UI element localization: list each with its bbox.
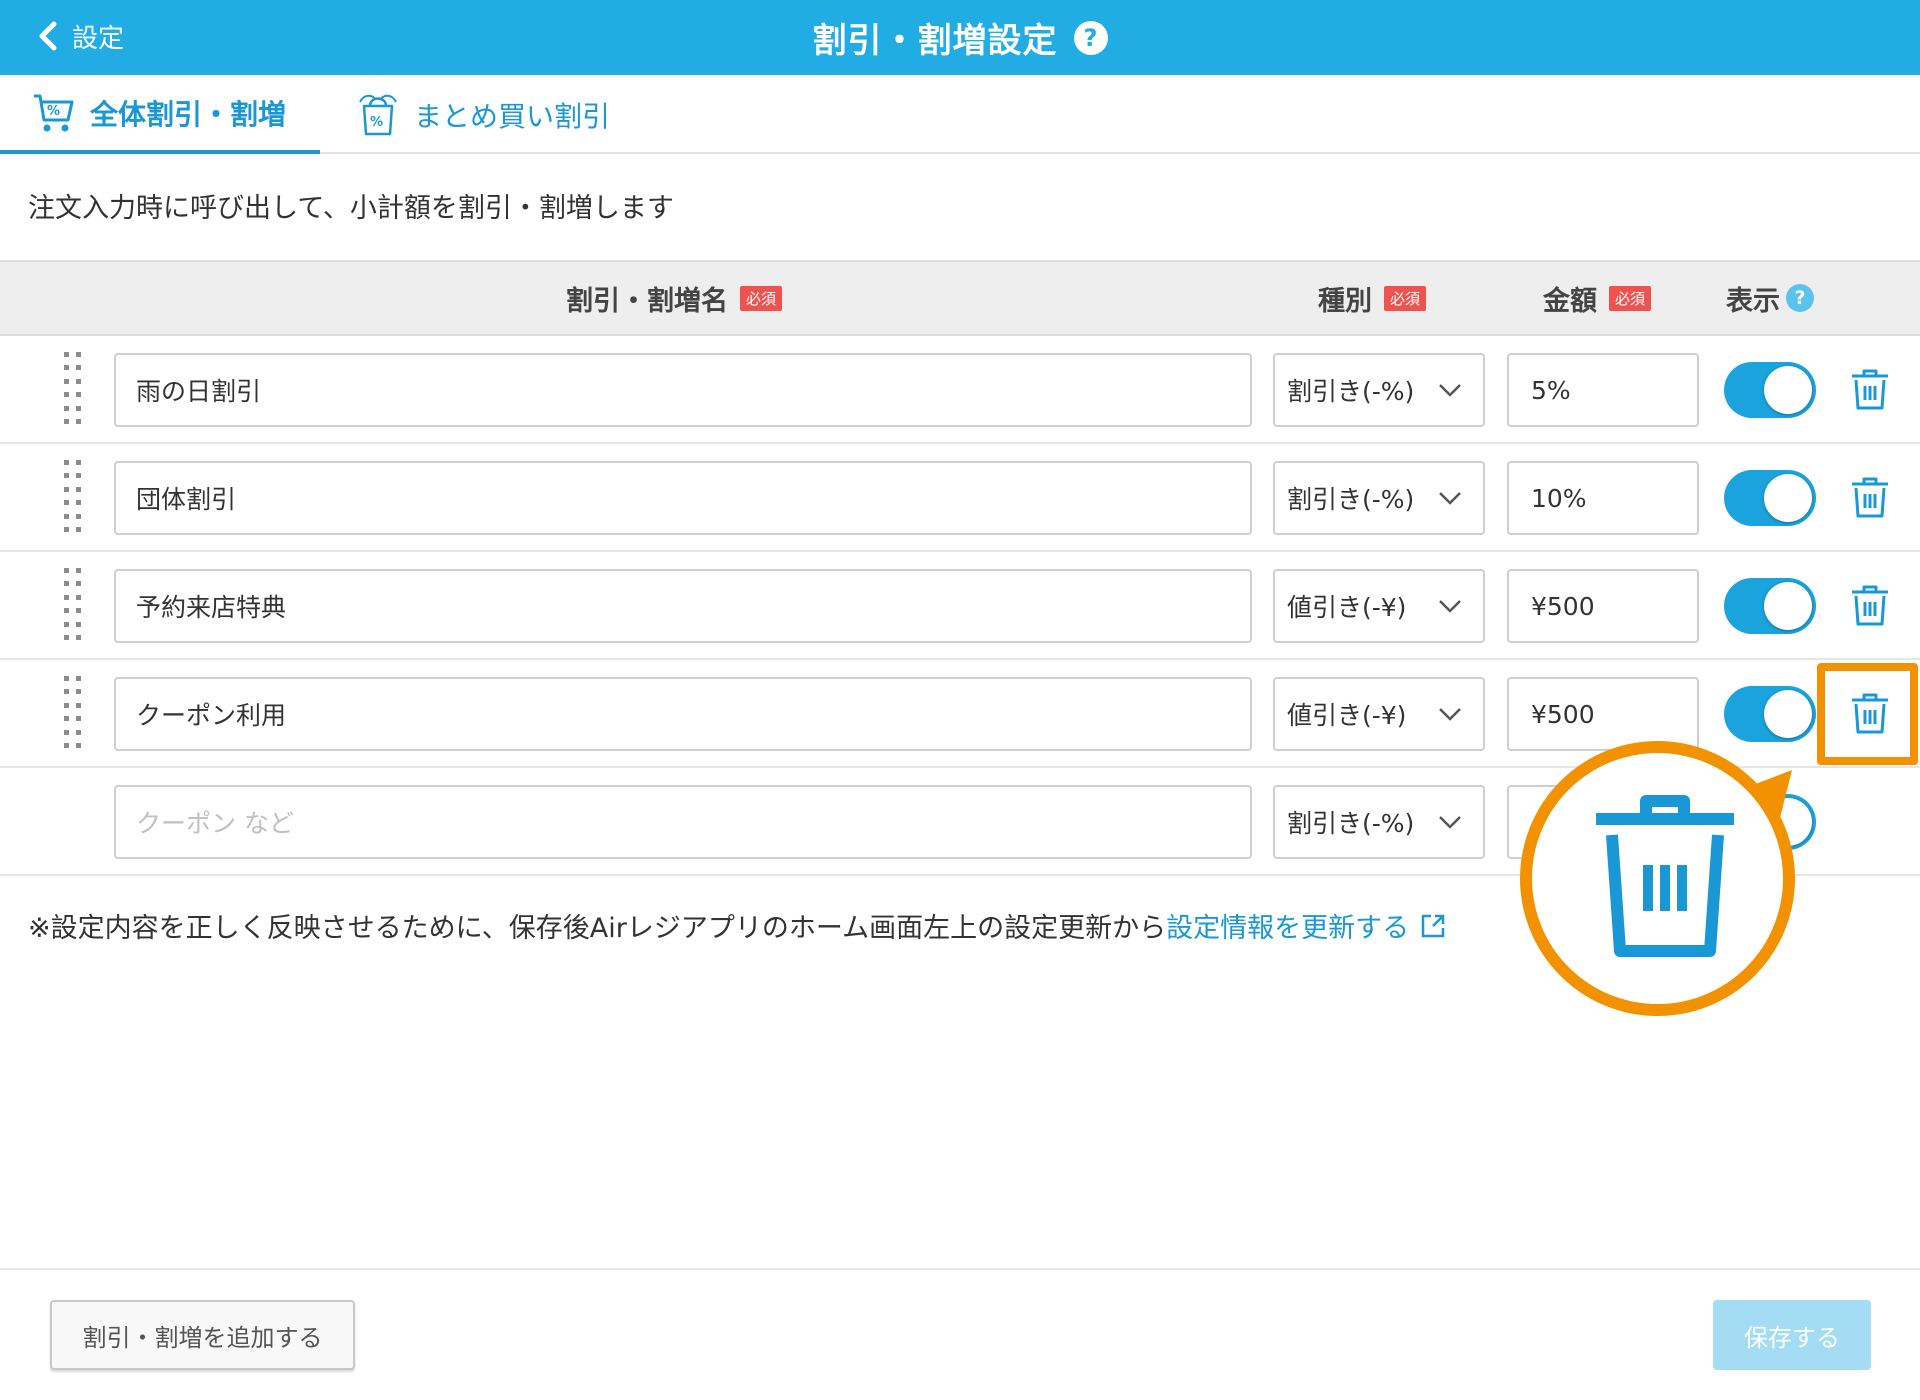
- amount-input[interactable]: ¥500: [1507, 569, 1699, 643]
- add-discount-button[interactable]: 割引・割増を追加する: [50, 1300, 355, 1370]
- chevron-down-icon: [1439, 384, 1461, 397]
- svg-text:%: %: [370, 115, 383, 130]
- drag-handle-icon[interactable]: [64, 568, 82, 640]
- column-header-display: 表示 ?: [1726, 262, 1814, 334]
- discount-type-select[interactable]: 割引き(-%): [1273, 461, 1485, 535]
- help-icon[interactable]: ?: [1073, 20, 1108, 55]
- chevron-down-icon: [1439, 708, 1461, 721]
- discount-name-input[interactable]: クーポン など: [114, 785, 1252, 859]
- tab-label: まとめ買い割引: [414, 99, 611, 133]
- select-value: 値引き(-¥): [1287, 701, 1407, 730]
- discount-name-input[interactable]: 雨の日割引: [114, 353, 1252, 427]
- discount-name-input[interactable]: 団体割引: [114, 461, 1252, 535]
- save-button[interactable]: 保存する: [1713, 1300, 1871, 1370]
- footer-divider: [0, 1268, 1920, 1270]
- tab-bulk-discount[interactable]: % まとめ買い割引: [354, 75, 610, 154]
- trash-icon[interactable]: [1848, 476, 1892, 520]
- amount-input[interactable]: ¥500: [1507, 677, 1699, 751]
- svg-text:%: %: [47, 104, 60, 119]
- highlight-box: [1817, 663, 1918, 765]
- table-header: 割引・割増名 必須 種別 必須 金額 必須 表示 ?: [0, 260, 1920, 336]
- magnified-callout: [1520, 741, 1795, 1016]
- chevron-down-icon: [1439, 600, 1461, 613]
- discount-type-select[interactable]: 値引き(-¥): [1273, 677, 1485, 751]
- discount-name-input[interactable]: クーポン利用: [114, 677, 1252, 751]
- note-text: ※設定内容を正しく反映させるために、保存後Airレジアプリのホーム画面左上の設定…: [28, 906, 1447, 945]
- drag-handle-icon[interactable]: [64, 460, 82, 532]
- column-header-type: 種別 必須: [1318, 262, 1427, 334]
- required-badge: 必須: [1384, 285, 1427, 311]
- discount-type-select[interactable]: 値引き(-¥): [1273, 569, 1485, 643]
- discount-name-input[interactable]: 予約来店特典: [114, 569, 1252, 643]
- column-label: 金額: [1543, 285, 1597, 317]
- select-value: 割引き(-%): [1287, 809, 1415, 838]
- app-header: 設定 割引・割増設定 ?: [0, 0, 1920, 75]
- cart-percent-icon: %: [34, 94, 74, 131]
- display-toggle[interactable]: [1724, 362, 1816, 418]
- tab-bar: % 全体割引・割増 % まとめ買い割引: [0, 75, 1920, 154]
- table-row: 予約来店特典 値引き(-¥) ¥500: [0, 552, 1920, 660]
- trash-icon: [1596, 795, 1734, 957]
- update-settings-link[interactable]: 設定情報を更新する: [1166, 913, 1409, 944]
- column-label: 割引・割増名: [566, 285, 728, 317]
- column-header-name: 割引・割増名 必須: [566, 262, 783, 334]
- note-body: ※設定内容を正しく反映させるために、保存後Airレジアプリのホーム画面左上の設定…: [28, 913, 1167, 944]
- display-toggle[interactable]: [1724, 686, 1816, 742]
- bag-percent-icon: %: [359, 94, 397, 135]
- external-link-icon[interactable]: [1419, 912, 1447, 940]
- drag-handle-icon[interactable]: [64, 352, 82, 424]
- chevron-down-icon: [1439, 492, 1461, 505]
- amount-input[interactable]: 10%: [1507, 461, 1699, 535]
- required-badge: 必須: [1609, 285, 1652, 311]
- column-label: 表示: [1726, 285, 1780, 317]
- select-value: 割引き(-%): [1287, 377, 1415, 406]
- select-value: 値引き(-¥): [1287, 593, 1407, 622]
- column-label: 種別: [1318, 285, 1372, 317]
- required-badge: 必須: [740, 285, 783, 311]
- column-header-amount: 金額 必須: [1543, 262, 1652, 334]
- select-value: 割引き(-%): [1287, 485, 1415, 514]
- chevron-down-icon: [1439, 816, 1461, 829]
- help-icon[interactable]: ?: [1786, 284, 1814, 312]
- discount-type-select[interactable]: 割引き(-%): [1273, 353, 1485, 427]
- tab-overall-discount[interactable]: % 全体割引・割増: [0, 75, 320, 154]
- page-title: 割引・割増設定: [812, 21, 1058, 61]
- tab-label: 全体割引・割増: [90, 97, 287, 131]
- trash-icon[interactable]: [1848, 368, 1892, 412]
- display-toggle[interactable]: [1724, 470, 1816, 526]
- table-row: 団体割引 割引き(-%) 10%: [0, 444, 1920, 552]
- trash-icon[interactable]: [1848, 584, 1892, 628]
- discount-type-select[interactable]: 割引き(-%): [1273, 785, 1485, 859]
- table-row: 雨の日割引 割引き(-%) 5%: [0, 336, 1920, 444]
- display-toggle[interactable]: [1724, 578, 1816, 634]
- drag-handle-icon[interactable]: [64, 676, 82, 748]
- amount-input[interactable]: 5%: [1507, 353, 1699, 427]
- description-text: 注文入力時に呼び出して、小計額を割引・割増します: [28, 193, 674, 224]
